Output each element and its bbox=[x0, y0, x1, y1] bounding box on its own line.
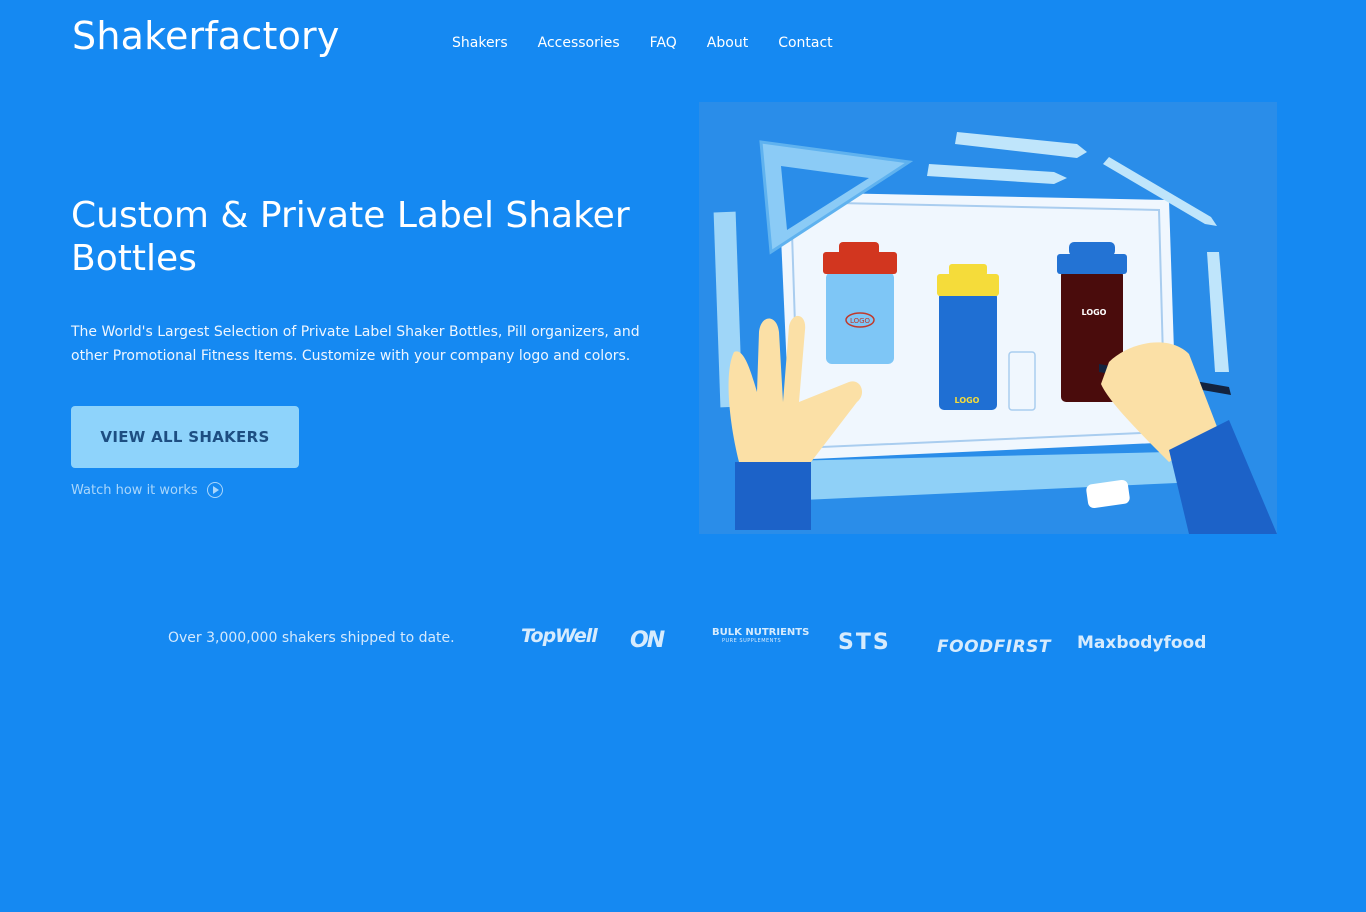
brand-logo-topwell: TopWell bbox=[521, 625, 598, 647]
nav-accessories[interactable]: Accessories bbox=[538, 35, 620, 51]
brand-logo-bulk-nutrients: BULK NUTRIENTS PURE SUPPLEMENTS bbox=[712, 627, 809, 644]
main-nav: Shakers Accessories FAQ About Contact bbox=[452, 35, 863, 51]
site-logo[interactable]: Shakerfactory bbox=[72, 14, 340, 58]
hero-illustration: LOGO LOGO LOGO bbox=[699, 102, 1277, 534]
brand-bulk-name: BULK NUTRIENTS bbox=[712, 627, 810, 638]
bottle-logo-1: LOGO bbox=[850, 317, 871, 325]
brand-logo-maxbodyfood: Maxbodyfood bbox=[1077, 633, 1207, 653]
bottle-logo-3: LOGO bbox=[1082, 308, 1107, 317]
bottle-logo-2: LOGO bbox=[955, 396, 980, 405]
brand-bulk-sub: PURE SUPPLEMENTS bbox=[722, 638, 782, 644]
view-all-shakers-button[interactable]: VIEW ALL SHAKERS bbox=[71, 406, 299, 468]
nav-shakers[interactable]: Shakers bbox=[452, 35, 508, 51]
hero-subtitle: The World's Largest Selection of Private… bbox=[71, 324, 640, 364]
brand-logo-sts: STS bbox=[838, 630, 891, 655]
hero-title: Custom & Private Label Shaker Bottles bbox=[71, 195, 630, 279]
play-circle-icon bbox=[206, 482, 223, 498]
shipped-count-text: Over 3,000,000 shakers shipped to date. bbox=[168, 630, 455, 646]
brand-logo-foodfirst: FOODFIRST bbox=[937, 637, 1051, 657]
nav-contact[interactable]: Contact bbox=[778, 35, 832, 51]
nav-about[interactable]: About bbox=[707, 35, 748, 51]
nav-faq[interactable]: FAQ bbox=[650, 35, 677, 51]
brand-logo-on: ON bbox=[630, 628, 665, 653]
watch-video-link[interactable]: Watch how it works bbox=[71, 482, 223, 498]
watch-video-label: Watch how it works bbox=[71, 482, 198, 498]
